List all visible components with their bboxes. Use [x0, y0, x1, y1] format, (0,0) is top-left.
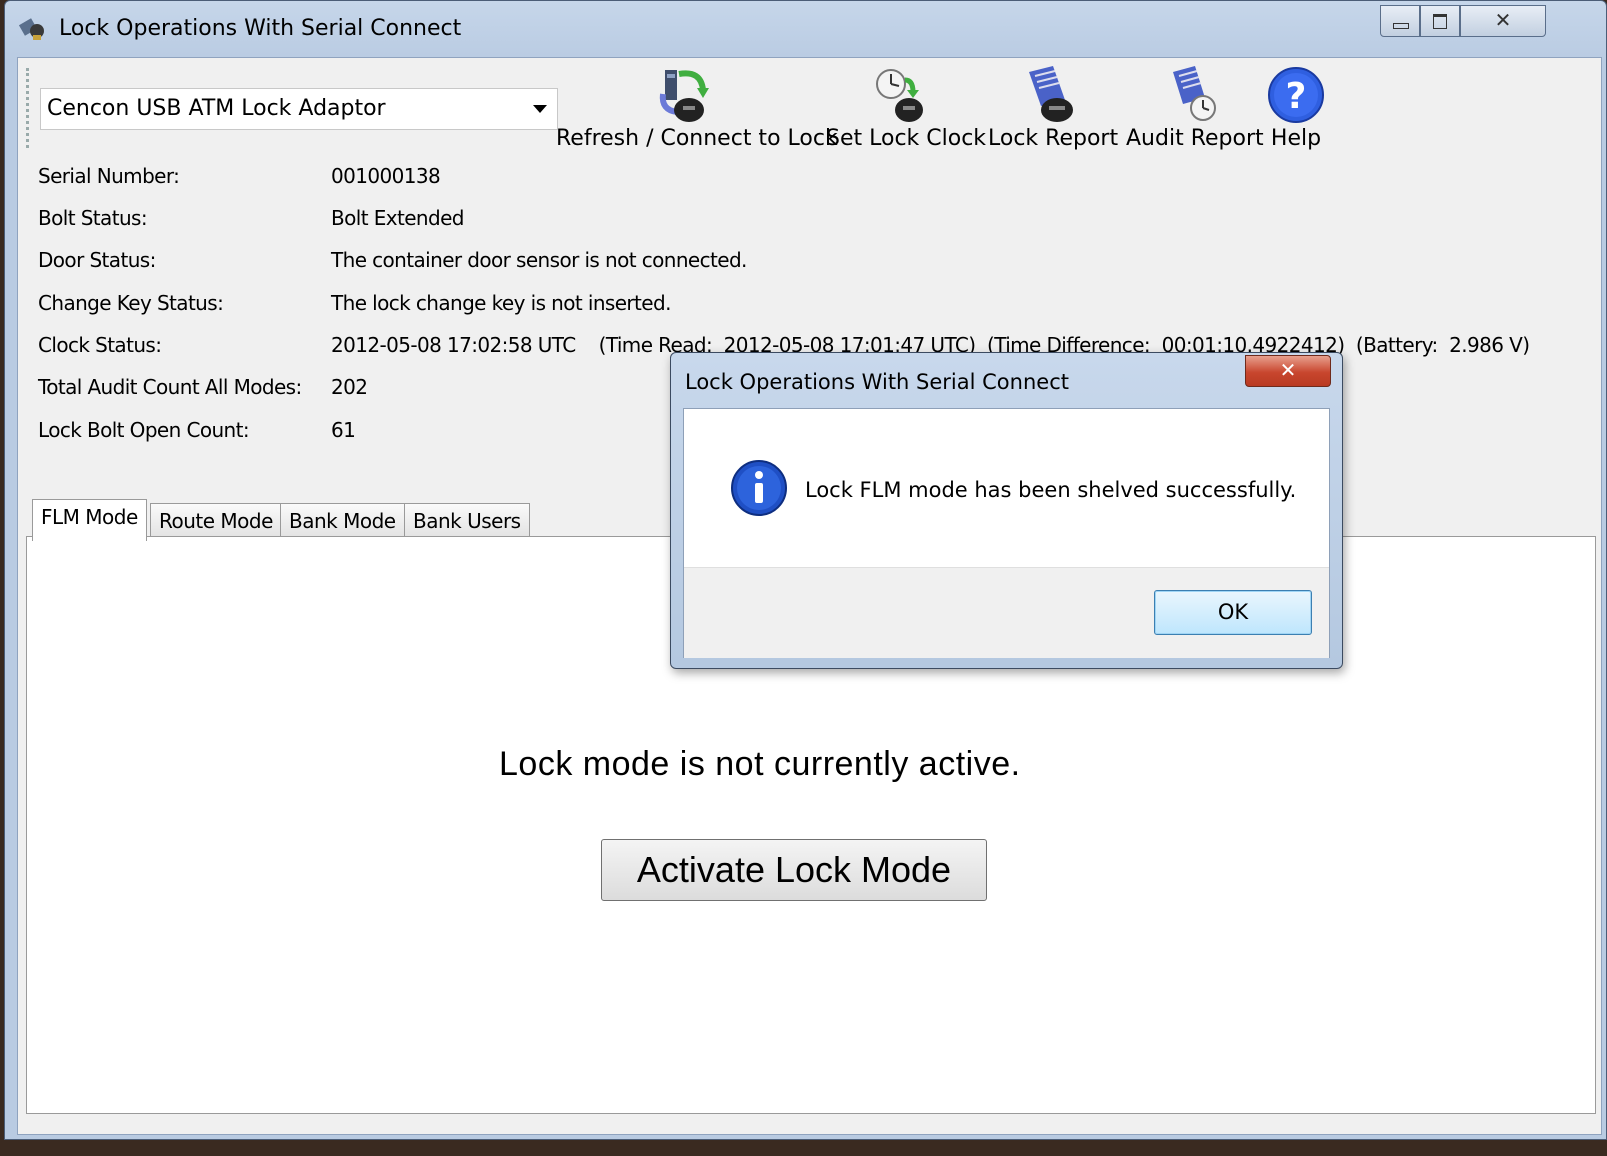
- total-audit-count-label: Total Audit Count All Modes:: [38, 375, 302, 399]
- door-status-value: The container door sensor is not connect…: [331, 248, 747, 272]
- bolt-open-count-label: Lock Bolt Open Count:: [38, 418, 250, 442]
- svg-text:?: ?: [1286, 76, 1307, 117]
- minimize-icon: [1393, 23, 1409, 29]
- audit-report-button[interactable]: Audit Report: [1126, 64, 1264, 154]
- help-icon: ?: [1268, 67, 1324, 123]
- set-lock-clock-label: Set Lock Clock: [826, 126, 987, 151]
- set-lock-clock-button[interactable]: Set Lock Clock: [826, 64, 987, 154]
- help-label: Help: [1270, 126, 1322, 151]
- chevron-down-icon: [533, 105, 547, 113]
- maximize-button[interactable]: [1420, 5, 1460, 37]
- dialog-body: Lock FLM mode has been shelved successfu…: [683, 408, 1330, 658]
- tab-bank-users[interactable]: Bank Users: [404, 503, 530, 539]
- tab-label: Bank Users: [413, 509, 521, 533]
- change-key-status-value: The lock change key is not inserted.: [331, 291, 671, 315]
- refresh-connect-label: Refresh / Connect to Lock: [556, 126, 838, 151]
- close-icon: ✕: [1279, 358, 1297, 382]
- device-select-value: Cencon USB ATM Lock Adaptor: [47, 96, 386, 121]
- tab-route-mode[interactable]: Route Mode: [150, 503, 282, 539]
- change-key-status-label: Change Key Status:: [38, 291, 224, 315]
- dialog-close-button[interactable]: ✕: [1245, 355, 1331, 387]
- serial-number-label: Serial Number:: [38, 164, 180, 188]
- window-title: Lock Operations With Serial Connect: [59, 16, 462, 41]
- tab-bank-mode[interactable]: Bank Mode: [280, 503, 405, 539]
- minimize-button[interactable]: [1380, 5, 1420, 37]
- serial-number-value: 001000138: [331, 164, 441, 188]
- bolt-status-value: Bolt Extended: [331, 206, 465, 230]
- activate-lock-mode-button[interactable]: Activate Lock Mode: [601, 839, 987, 901]
- toolbar: Cencon USB ATM Lock Adaptor Refresh / Co…: [18, 58, 1601, 153]
- dialog-message: Lock FLM mode has been shelved successfu…: [805, 478, 1297, 502]
- tab-label: FLM Mode: [41, 505, 138, 529]
- tab-flm-mode[interactable]: FLM Mode: [32, 499, 147, 541]
- lock-report-label: Lock Report: [988, 126, 1119, 151]
- bolt-status-label: Bolt Status:: [38, 206, 148, 230]
- device-select[interactable]: Cencon USB ATM Lock Adaptor: [40, 88, 558, 130]
- audit-report-icon: [1173, 66, 1216, 121]
- message-dialog: Lock Operations With Serial Connect ✕ Lo…: [670, 352, 1343, 669]
- bolt-open-count-value: 61: [331, 418, 356, 442]
- help-button[interactable]: ? Help: [1266, 64, 1326, 154]
- ok-button[interactable]: OK: [1154, 590, 1312, 635]
- door-status-label: Door Status:: [38, 248, 156, 272]
- tab-label: Bank Mode: [289, 509, 396, 533]
- information-icon: [731, 460, 787, 516]
- close-icon: ✕: [1494, 8, 1512, 32]
- maximize-icon: [1433, 14, 1447, 29]
- dialog-title: Lock Operations With Serial Connect: [685, 370, 1069, 394]
- lock-report-button[interactable]: Lock Report: [988, 64, 1119, 154]
- close-window-button[interactable]: ✕: [1460, 5, 1546, 37]
- dialog-footer: OK: [684, 567, 1329, 658]
- audit-report-label: Audit Report: [1126, 126, 1264, 151]
- total-audit-count-value: 202: [331, 375, 368, 399]
- clock-icon: [876, 69, 923, 122]
- lock-app-icon: [19, 18, 44, 40]
- tab-label: Route Mode: [159, 509, 273, 533]
- lock-report-icon: [1029, 66, 1073, 122]
- refresh-connect-button[interactable]: Refresh / Connect to Lock: [556, 64, 838, 154]
- refresh-connect-icon: [659, 70, 709, 122]
- toolbar-grip[interactable]: [26, 68, 32, 148]
- clock-status-label: Clock Status:: [38, 333, 162, 357]
- lock-mode-status-message: Lock mode is not currently active.: [499, 745, 1021, 783]
- title-bar[interactable]: Lock Operations With Serial Connect ✕: [5, 1, 1606, 57]
